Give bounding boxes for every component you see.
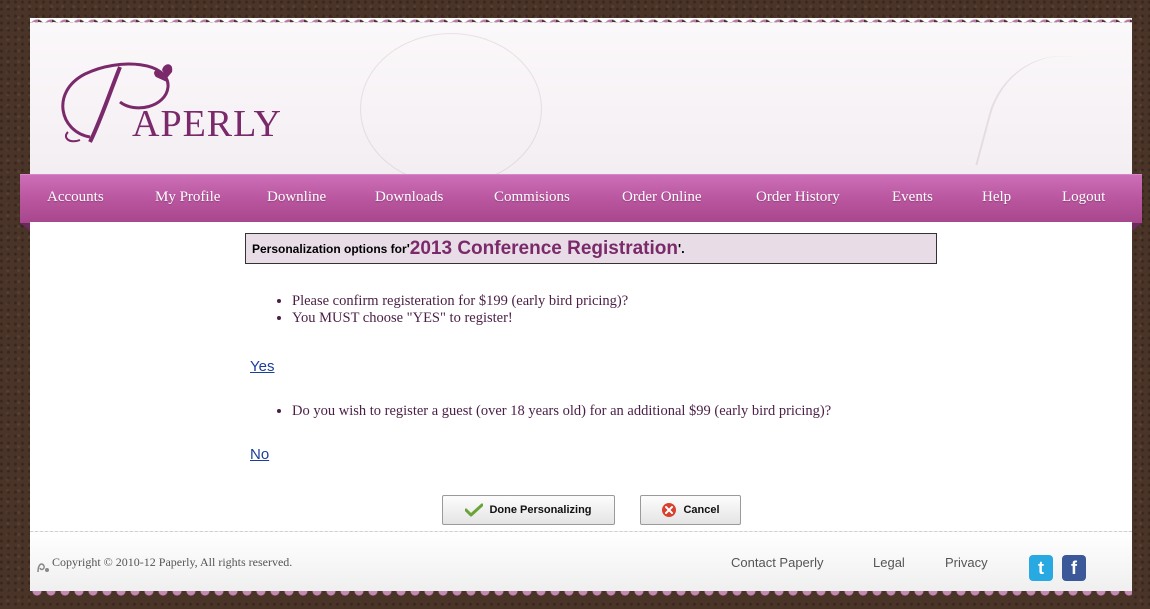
twitter-icon[interactable]: t: [1029, 555, 1053, 581]
nav-order-online[interactable]: Order Online: [622, 189, 702, 206]
nav-order-history[interactable]: Order History: [756, 189, 840, 206]
question-1-list: Please confirm registeration for $199 (e…: [272, 293, 628, 327]
footer-link-legal[interactable]: Legal: [873, 555, 905, 570]
logo-wordmark: APERLY: [132, 103, 282, 145]
decorative-leaf: [975, 39, 1127, 197]
title-quote-close: '.: [677, 241, 685, 256]
main-content: [30, 222, 1132, 532]
footer-link-privacy[interactable]: Privacy: [945, 555, 988, 570]
question-2-line-1: Do you wish to register a guest (over 18…: [292, 403, 831, 420]
nav-downloads[interactable]: Downloads: [375, 189, 443, 206]
nav-help[interactable]: Help: [982, 189, 1011, 206]
copyright-text: Copyright © 2010-12 Paperly, All rights …: [52, 555, 293, 569]
nav-my-profile[interactable]: My Profile: [155, 189, 220, 206]
question-2-list: Do you wish to register a guest (over 18…: [272, 403, 831, 420]
personalization-title: Personalization options for ' 2013 Confe…: [245, 233, 937, 264]
done-personalizing-button[interactable]: Done Personalizing: [442, 495, 615, 525]
footer-link-contact[interactable]: Contact Paperly: [731, 555, 824, 570]
nav-events[interactable]: Events: [892, 189, 933, 206]
done-button-label: Done Personalizing: [489, 504, 592, 516]
answer-yes-link[interactable]: Yes: [250, 358, 274, 375]
bottom-scallop-border: [30, 591, 1132, 603]
nav-commisions[interactable]: Commisions: [494, 189, 570, 206]
top-scallop-border: [30, 12, 1132, 22]
decorative-swirl: [360, 33, 542, 185]
paperly-footer-icon: [37, 563, 49, 573]
checkmark-icon: [465, 503, 484, 517]
title-prefix: Personalization options for: [252, 241, 407, 256]
cancel-button[interactable]: Cancel: [640, 495, 741, 525]
main-nav: Accounts My Profile Downline Downloads C…: [20, 174, 1142, 231]
answer-no-link[interactable]: No: [250, 446, 269, 463]
question-1-line-1: Please confirm registeration for $199 (e…: [292, 293, 628, 310]
question-1-line-2: You MUST choose "YES" to register!: [292, 310, 628, 327]
nav-logout[interactable]: Logout: [1062, 189, 1105, 206]
nav-downline[interactable]: Downline: [267, 189, 326, 206]
nav-accounts[interactable]: Accounts: [47, 189, 104, 206]
cancel-icon: [662, 503, 677, 517]
product-name: 2013 Conference Registration: [409, 237, 678, 259]
facebook-icon[interactable]: f: [1062, 555, 1086, 581]
cancel-button-label: Cancel: [683, 504, 720, 516]
